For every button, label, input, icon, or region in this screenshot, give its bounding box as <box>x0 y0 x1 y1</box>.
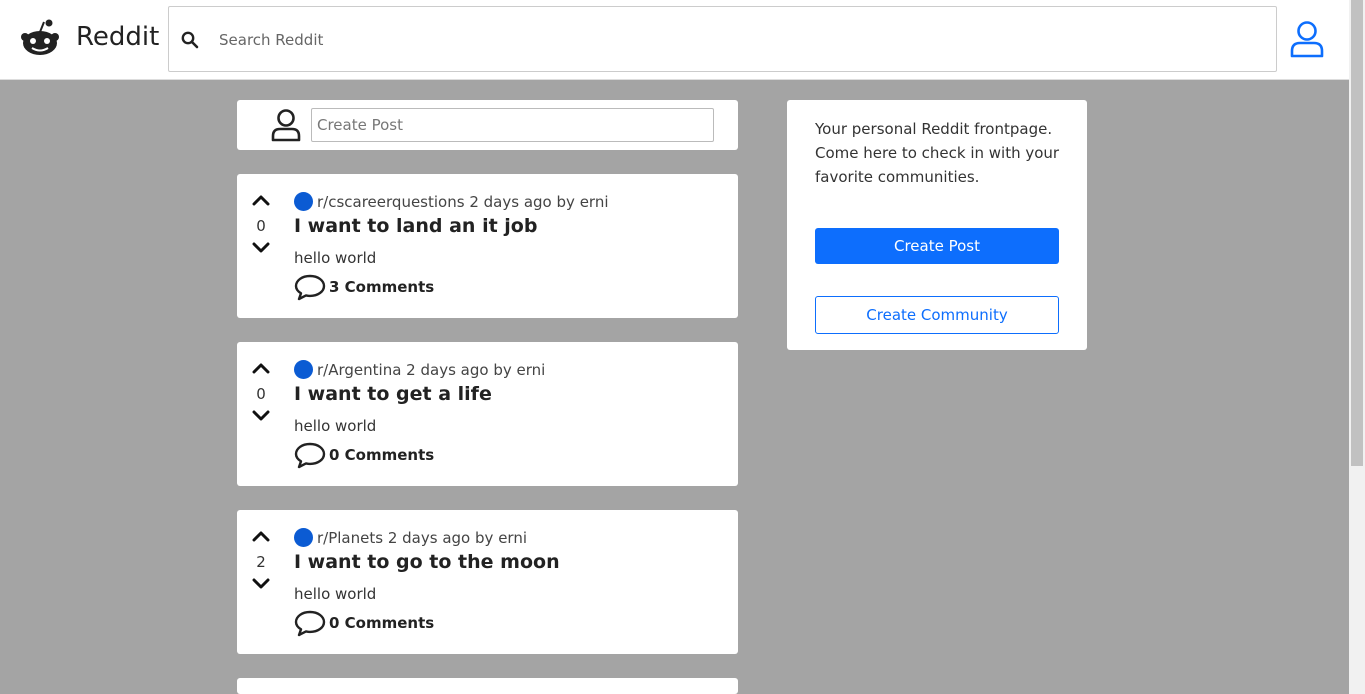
post-card: 0 r/Argentina 2 days ago by erni I want … <box>237 342 738 486</box>
downvote-icon[interactable] <box>251 576 271 592</box>
post-meta: r/cscareerquestions 2 days ago by erni <box>294 192 609 211</box>
scrollbar-thumb[interactable] <box>1351 0 1363 466</box>
post-body: hello world <box>294 585 377 603</box>
post-meta: r/Planets 2 days ago by erni <box>294 528 527 547</box>
top-navbar: Reddit <box>0 0 1349 80</box>
vote-count: 0 <box>256 385 266 403</box>
comments-link[interactable]: 3 Comments <box>294 272 434 302</box>
reddit-logo-icon[interactable] <box>20 18 60 58</box>
home-sidebar-card: Your personal Reddit frontpage. Come her… <box>787 100 1087 350</box>
create-community-button[interactable]: Create Community <box>815 296 1059 334</box>
comments-count[interactable]: 0 Comments <box>329 614 434 632</box>
comment-icon <box>294 442 326 469</box>
post-author[interactable]: erni <box>498 529 527 547</box>
vote-count: 2 <box>256 553 266 571</box>
user-profile-icon[interactable] <box>1289 20 1325 58</box>
post-author[interactable]: erni <box>517 361 546 379</box>
post-author-prefix: by <box>475 529 494 547</box>
post-author-prefix: by <box>556 193 575 211</box>
post-author-prefix: by <box>493 361 512 379</box>
post-time: 2 days ago <box>469 193 552 211</box>
upvote-icon[interactable] <box>251 360 271 376</box>
subreddit-icon <box>294 192 313 211</box>
subreddit-link[interactable]: r/Planets <box>317 529 383 547</box>
upvote-icon[interactable] <box>251 528 271 544</box>
user-avatar-icon <box>271 109 301 142</box>
upvote-icon[interactable] <box>251 192 271 208</box>
comments-link[interactable]: 0 Comments <box>294 440 434 470</box>
vote-count: 0 <box>256 217 266 235</box>
post-meta: r/Argentina 2 days ago by erni <box>294 360 545 379</box>
subreddit-icon <box>294 528 313 547</box>
post-card: 0 r/cscareerquestions 2 days ago by erni… <box>237 174 738 318</box>
post-time: 2 days ago <box>387 529 471 547</box>
create-post-button[interactable]: Create Post <box>815 228 1059 264</box>
post-body: hello world <box>294 417 377 435</box>
comment-icon <box>294 274 326 301</box>
post-title[interactable]: I want to get a life <box>294 383 492 405</box>
create-post-bar <box>237 100 738 150</box>
create-post-input[interactable] <box>311 108 714 142</box>
subreddit-link[interactable]: r/Argentina <box>317 361 401 379</box>
subreddit-icon <box>294 360 313 379</box>
search-bar[interactable] <box>168 6 1277 72</box>
post-card-partial <box>237 678 738 694</box>
sidebar-description: Your personal Reddit frontpage. Come her… <box>815 120 1060 186</box>
post-time: 2 days ago <box>406 361 489 379</box>
post-title[interactable]: I want to land an it job <box>294 215 537 237</box>
downvote-icon[interactable] <box>251 240 271 256</box>
search-input[interactable] <box>219 27 1259 53</box>
comment-icon <box>294 610 326 637</box>
comments-count[interactable]: 0 Comments <box>329 446 434 464</box>
post-author[interactable]: erni <box>580 193 609 211</box>
page-scrollbar[interactable] <box>1349 0 1365 694</box>
subreddit-link[interactable]: r/cscareerquestions <box>317 193 465 211</box>
comments-link[interactable]: 0 Comments <box>294 608 434 638</box>
post-card: 2 r/Planets 2 days ago by erni I want to… <box>237 510 738 654</box>
brand-name[interactable]: Reddit <box>76 22 159 52</box>
search-icon <box>181 31 199 49</box>
post-title[interactable]: I want to go to the moon <box>294 551 560 573</box>
comments-count[interactable]: 3 Comments <box>329 278 434 296</box>
post-body: hello world <box>294 249 377 267</box>
downvote-icon[interactable] <box>251 408 271 424</box>
